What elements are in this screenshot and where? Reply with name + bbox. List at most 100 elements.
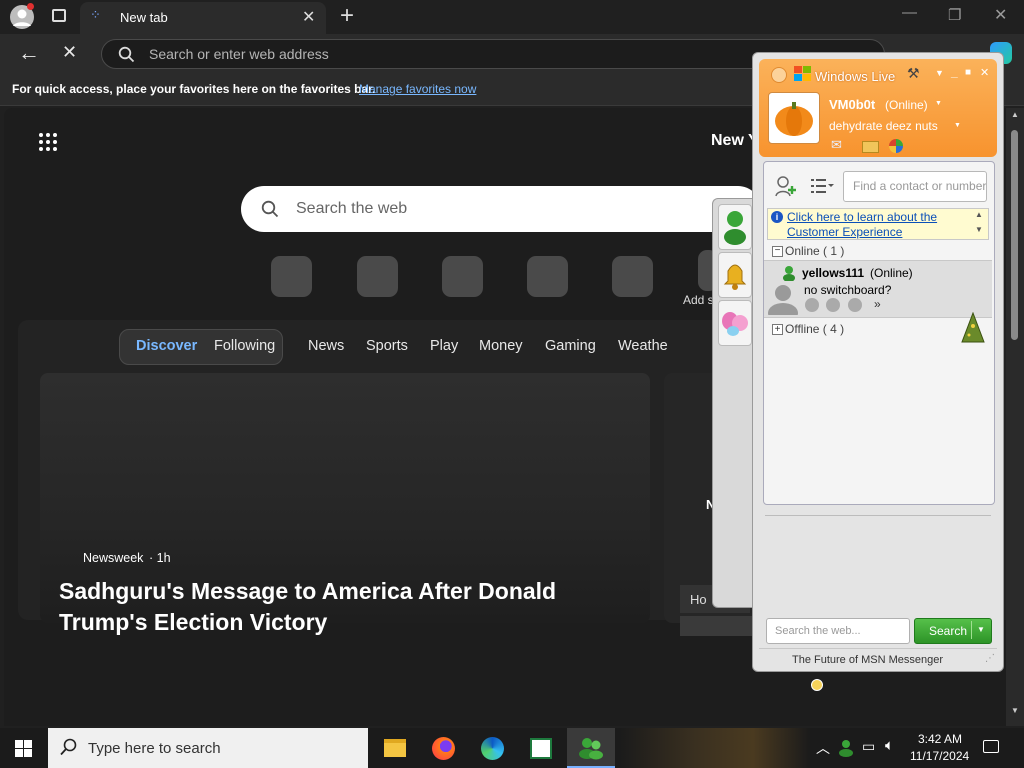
cursor-dot bbox=[811, 679, 823, 691]
new-tab-plus-icon[interactable]: + bbox=[340, 2, 354, 30]
taskbar-search-input[interactable]: Type here to search bbox=[88, 740, 221, 757]
display-picture[interactable] bbox=[768, 92, 820, 144]
quick-link-1[interactable] bbox=[271, 256, 312, 297]
page-scrollbar[interactable]: ▲ ▼ bbox=[1006, 108, 1024, 726]
find-contact-input[interactable]: Find a contact or number bbox=[843, 171, 987, 202]
contact-row[interactable]: yellows111 (Online) no switchboard? » bbox=[764, 260, 992, 318]
loading-spinner-icon: ⁘ bbox=[90, 7, 101, 22]
web-search-box[interactable]: Search the web bbox=[241, 186, 761, 232]
network-icon[interactable]: ▭ bbox=[862, 738, 875, 755]
menu-dropdown-icon[interactable]: ▼ bbox=[935, 68, 944, 78]
online-group-header[interactable]: − Online ( 1 ) bbox=[764, 242, 992, 260]
messenger-close-icon[interactable]: ✕ bbox=[980, 66, 989, 79]
news-card[interactable]: Newsweek · 1h Sadhguru's Message to Amer… bbox=[40, 373, 650, 635]
spreadsheet-app-icon[interactable] bbox=[530, 738, 552, 759]
sidebar-contacts-button[interactable] bbox=[718, 204, 752, 250]
apps-grid-icon[interactable] bbox=[38, 132, 58, 152]
settings-wrench-icon[interactable]: ⚒ bbox=[907, 65, 920, 82]
search-icon bbox=[60, 738, 77, 756]
scroll-down-icon[interactable]: ▼ bbox=[1011, 706, 1019, 715]
offline-group-header[interactable]: + Offline ( 4 ) bbox=[764, 320, 992, 338]
contact-avatar[interactable] bbox=[766, 281, 800, 315]
view-profile-icon[interactable] bbox=[805, 298, 819, 312]
messenger-menu-icon[interactable] bbox=[771, 67, 787, 83]
mail-icon[interactable]: ✉ bbox=[831, 137, 842, 153]
nav-play[interactable]: Play bbox=[430, 338, 458, 354]
nav-money[interactable]: Money bbox=[479, 338, 523, 354]
online-buddy-icon bbox=[783, 266, 795, 281]
info-link[interactable]: Click here to learn about the Customer E… bbox=[787, 210, 967, 240]
user-status[interactable]: (Online) bbox=[885, 98, 928, 112]
manage-favorites-link[interactable]: Manage favorites now bbox=[359, 82, 476, 96]
status-dropdown-icon[interactable]: ▼ bbox=[935, 100, 942, 107]
butterfly-icon bbox=[722, 312, 748, 336]
notifications-icon[interactable] bbox=[983, 740, 999, 753]
file-explorer-icon[interactable] bbox=[384, 739, 406, 757]
personal-message-dropdown-icon[interactable]: ▼ bbox=[954, 122, 961, 129]
tab-bar: ⁘ New tab ✕ + — ❐ ✕ bbox=[0, 0, 1024, 34]
close-window-icon[interactable]: ✕ bbox=[994, 5, 1007, 25]
messenger-taskbar-button[interactable] bbox=[567, 728, 615, 768]
quick-link-add-label: Add s bbox=[683, 293, 714, 307]
windows-start-icon[interactable] bbox=[15, 740, 32, 757]
card-title[interactable]: Sadhguru's Message to America After Dona… bbox=[59, 576, 619, 638]
voice-call-icon[interactable] bbox=[826, 298, 840, 312]
quick-link-5[interactable] bbox=[612, 256, 653, 297]
contact-list-panel: Find a contact or number i Click here to… bbox=[763, 161, 995, 505]
tab-new-tab[interactable]: ⁘ New tab ✕ bbox=[80, 2, 326, 34]
tab-discover[interactable]: Discover bbox=[136, 338, 197, 354]
sidebar-fun-button[interactable] bbox=[718, 300, 752, 346]
add-contact-icon[interactable] bbox=[774, 174, 798, 198]
edge-icon[interactable] bbox=[481, 737, 504, 760]
nav-news[interactable]: News bbox=[308, 338, 344, 354]
clock-date[interactable]: 11/17/2024 bbox=[910, 749, 969, 763]
publisher-logo-icon bbox=[58, 554, 74, 568]
tab-following[interactable]: Following bbox=[214, 338, 275, 354]
volume-icon[interactable]: 🔈︎ bbox=[885, 737, 894, 754]
scroll-up-icon[interactable]: ▲ bbox=[1011, 110, 1019, 119]
messenger-minimize-icon[interactable]: _ bbox=[951, 65, 958, 79]
show-hidden-icons-icon[interactable]: ︿ bbox=[816, 738, 830, 758]
contact-status: (Online) bbox=[870, 266, 913, 280]
send-email-icon[interactable] bbox=[848, 298, 862, 312]
personal-message[interactable]: dehydrate deez nuts bbox=[829, 119, 938, 133]
msn-spaces-icon[interactable] bbox=[889, 139, 903, 153]
firefox-icon[interactable] bbox=[432, 737, 455, 760]
messenger-maximize-icon[interactable]: ■ bbox=[965, 67, 971, 78]
web-search-input[interactable]: Search the web bbox=[296, 200, 407, 218]
search-dropdown-icon[interactable]: ▼ bbox=[977, 625, 985, 634]
info-scroll-up-icon[interactable]: ▲ bbox=[975, 210, 983, 219]
sidebar-alerts-button[interactable] bbox=[718, 252, 752, 298]
nav-sports[interactable]: Sports bbox=[366, 338, 408, 354]
web-search-placeholder: Search the web... bbox=[775, 625, 861, 637]
address-input[interactable]: Search or enter web address bbox=[149, 46, 329, 62]
scroll-thumb[interactable] bbox=[1011, 130, 1018, 340]
quick-link-4[interactable] bbox=[527, 256, 568, 297]
clock-time[interactable]: 3:42 AM bbox=[918, 732, 962, 746]
taskbar-search-box[interactable]: Type here to search bbox=[48, 728, 368, 768]
quick-link-2[interactable] bbox=[357, 256, 398, 297]
stop-loading-icon[interactable]: ✕ bbox=[62, 42, 77, 63]
minimize-icon[interactable]: — bbox=[902, 4, 917, 21]
tab-actions-icon[interactable] bbox=[52, 9, 66, 22]
expand-icon[interactable]: + bbox=[772, 324, 783, 335]
nav-weather[interactable]: Weathe bbox=[618, 338, 668, 354]
folder-icon[interactable] bbox=[862, 141, 879, 153]
profile-avatar[interactable] bbox=[10, 3, 34, 29]
restore-icon[interactable]: ❐ bbox=[948, 6, 961, 24]
search-button[interactable]: Search ▼ bbox=[914, 618, 992, 644]
web-search-field[interactable]: Search the web... bbox=[766, 618, 910, 644]
back-arrow-icon[interactable]: ← bbox=[18, 40, 40, 66]
messenger-tray-icon[interactable] bbox=[838, 739, 854, 757]
collapse-icon[interactable]: − bbox=[772, 246, 783, 257]
nav-gaming[interactable]: Gaming bbox=[545, 338, 596, 354]
close-tab-icon[interactable]: ✕ bbox=[302, 7, 315, 27]
info-banner: i Click here to learn about the Customer… bbox=[767, 208, 989, 240]
list-options-icon[interactable] bbox=[810, 176, 834, 196]
user-display-name[interactable]: VM0b0t bbox=[829, 97, 875, 112]
card-source: Newsweek bbox=[83, 551, 144, 565]
resize-grip-icon[interactable]: ⋰ bbox=[985, 653, 995, 664]
info-scroll-down-icon[interactable]: ▼ bbox=[975, 225, 983, 234]
quick-link-3[interactable] bbox=[442, 256, 483, 297]
more-options-icon[interactable]: » bbox=[874, 297, 881, 311]
